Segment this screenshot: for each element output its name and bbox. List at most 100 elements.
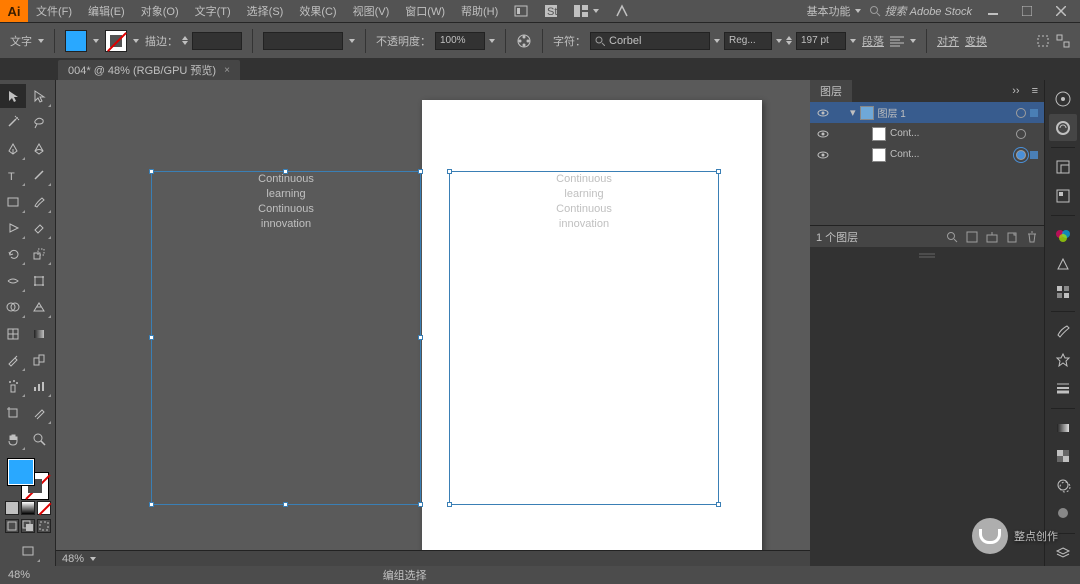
dock-brushes-icon[interactable] (1049, 318, 1077, 344)
direct-selection-tool[interactable] (26, 84, 52, 108)
eyedropper-tool[interactable] (0, 348, 26, 372)
dock-stroke-icon[interactable] (1049, 375, 1077, 401)
layers-tab[interactable]: 图层 (810, 80, 852, 102)
opacity-value[interactable]: 100% (435, 32, 485, 50)
perspective-tool[interactable] (26, 295, 52, 319)
isolate-icon[interactable] (1036, 34, 1050, 48)
shaper-tool[interactable] (0, 216, 26, 240)
dock-transparency-icon[interactable] (1049, 443, 1077, 469)
dock-asset-export-icon[interactable] (1049, 182, 1077, 208)
dock-gradient-icon[interactable] (1049, 415, 1077, 441)
transform-link[interactable]: 变换 (965, 33, 987, 49)
workspace-switcher[interactable]: 基本功能 (807, 3, 861, 19)
bridge-icon[interactable] (506, 0, 536, 22)
screen-mode[interactable] (15, 539, 41, 563)
slice-tool[interactable] (26, 401, 52, 425)
menu-file[interactable]: 文件(F) (28, 0, 80, 22)
artboard-tool[interactable] (0, 401, 26, 425)
gpu-icon[interactable] (607, 0, 637, 22)
visibility-icon[interactable] (816, 148, 830, 162)
stroke-weight-input[interactable] (192, 32, 242, 50)
menu-object[interactable]: 对象(O) (133, 0, 187, 22)
dock-artboards-icon[interactable] (1049, 154, 1077, 180)
locate-icon[interactable] (946, 231, 958, 243)
brush-preset[interactable] (263, 32, 343, 50)
layer-row[interactable]: Cont... (810, 144, 1044, 165)
menu-window[interactable]: 窗口(W) (397, 0, 453, 22)
stock-search[interactable]: 搜索 Adobe Stock (869, 3, 972, 19)
font-size-input[interactable]: 197 pt (796, 32, 846, 50)
recolor-icon[interactable] (516, 33, 532, 49)
target-icon[interactable] (1016, 129, 1026, 139)
document-tab[interactable]: 004* @ 48% (RGB/GPU 预览) × (58, 60, 240, 80)
draw-behind[interactable] (21, 519, 35, 533)
dock-properties-icon[interactable] (1049, 86, 1077, 112)
delete-icon[interactable] (1026, 231, 1038, 243)
shape-builder-tool[interactable] (0, 295, 26, 319)
opacity-field[interactable]: 不透明度： 100% (376, 32, 495, 50)
layer-row[interactable]: ▾ 图层 1 (810, 102, 1044, 123)
lasso-tool[interactable] (26, 110, 52, 134)
curvature-tool[interactable] (26, 137, 52, 161)
collapse-icon[interactable]: ›› (1006, 85, 1025, 97)
color-mode[interactable] (5, 501, 19, 515)
fill-swatch[interactable] (65, 30, 87, 52)
pen-tool[interactable] (0, 137, 26, 161)
visibility-icon[interactable] (816, 106, 830, 120)
layer-row[interactable]: Cont... (810, 123, 1044, 144)
zoom-tool[interactable] (26, 427, 52, 451)
rotate-tool[interactable] (0, 242, 26, 266)
text-frame-2[interactable]: Continuous learning Continuous innovatio… (450, 172, 718, 504)
zoom-level[interactable]: 48% (56, 551, 126, 567)
menu-select[interactable]: 选择(S) (239, 0, 292, 22)
dock-libraries-icon[interactable] (1049, 114, 1077, 140)
menu-help[interactable]: 帮助(H) (453, 0, 506, 22)
gradient-tool[interactable] (26, 322, 52, 346)
mesh-tool[interactable] (0, 322, 26, 346)
dock-color-guide-icon[interactable] (1049, 250, 1077, 276)
panel-resize-handle[interactable] (810, 247, 1044, 265)
stroke-swatch[interactable] (105, 30, 127, 52)
gradient-mode[interactable] (21, 501, 35, 515)
align-link[interactable]: 对齐 (937, 33, 959, 49)
magic-wand-tool[interactable] (0, 110, 26, 134)
text-frame-1[interactable]: Continuous learning Continuous innovatio… (152, 172, 420, 504)
dock-symbols-icon[interactable] (1049, 347, 1077, 373)
line-tool[interactable] (26, 163, 52, 187)
panel-menu-icon[interactable]: ≡ (1026, 85, 1044, 97)
new-sublayer-icon[interactable] (986, 231, 998, 243)
menu-edit[interactable]: 编辑(E) (80, 0, 133, 22)
font-style-input[interactable]: Reg... (724, 32, 772, 50)
paragraph-icon[interactable] (890, 35, 904, 47)
width-tool[interactable] (0, 269, 26, 293)
canvas[interactable]: Continuous learning Continuous innovatio… (56, 80, 810, 566)
font-family-input[interactable]: Corbel (590, 32, 710, 50)
make-clipping-icon[interactable] (966, 231, 978, 243)
selection-tool[interactable] (0, 84, 26, 108)
scale-tool[interactable] (26, 242, 52, 266)
free-transform-tool[interactable] (26, 269, 52, 293)
blend-tool[interactable] (26, 348, 52, 372)
dock-appearance-icon[interactable] (1049, 472, 1077, 498)
target-icon[interactable] (1016, 150, 1026, 160)
fill-stroke-control[interactable] (0, 453, 55, 565)
close-icon[interactable]: × (224, 65, 230, 76)
visibility-icon[interactable] (816, 127, 830, 141)
arrange-docs-icon[interactable] (566, 0, 607, 22)
twirl-icon[interactable]: ▾ (850, 106, 856, 119)
rectangle-tool[interactable] (0, 190, 26, 214)
paragraph-link[interactable]: 段落 (862, 33, 884, 49)
dock-color-icon[interactable] (1049, 222, 1077, 248)
symbol-sprayer-tool[interactable] (0, 374, 26, 398)
dock-swatches-icon[interactable] (1049, 279, 1077, 305)
window-minimize[interactable] (980, 2, 1006, 20)
stroke-weight-field[interactable]: 描边： (145, 32, 242, 50)
eraser-tool[interactable] (26, 216, 52, 240)
draw-normal[interactable] (5, 519, 19, 533)
window-maximize[interactable] (1014, 2, 1040, 20)
new-layer-icon[interactable] (1006, 231, 1018, 243)
menu-type[interactable]: 文字(T) (187, 0, 239, 22)
paintbrush-tool[interactable] (26, 190, 52, 214)
menu-effect[interactable]: 效果(C) (291, 0, 344, 22)
window-close[interactable] (1048, 2, 1074, 20)
